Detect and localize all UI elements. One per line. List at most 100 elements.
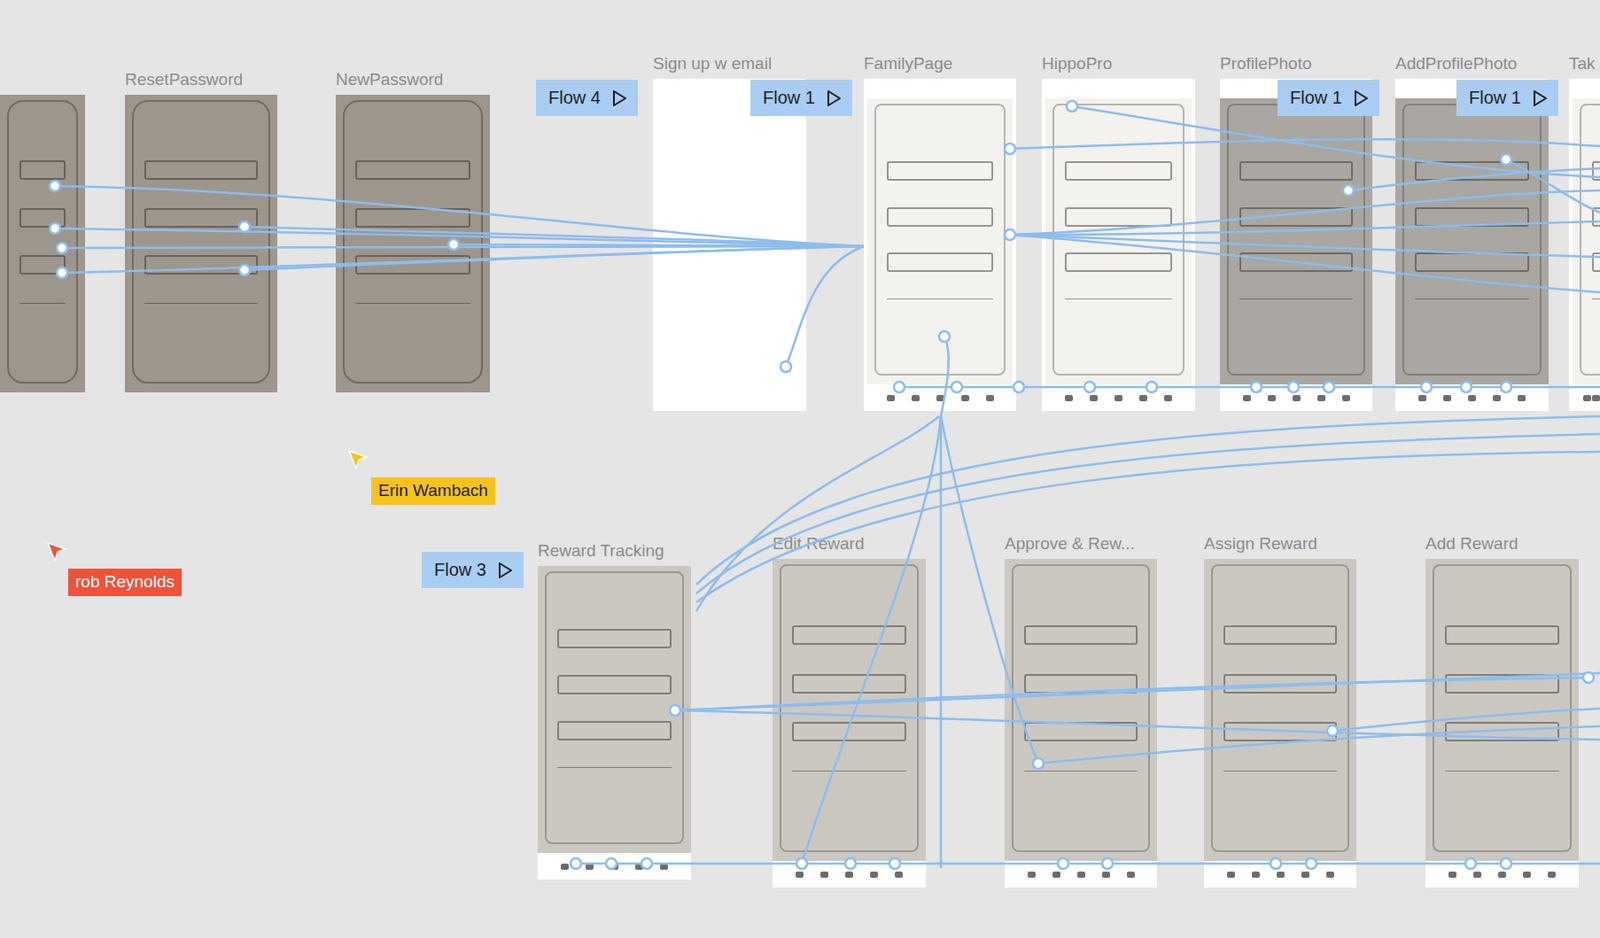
connection-handle[interactable] bbox=[1102, 858, 1113, 870]
connection-handle[interactable] bbox=[56, 267, 68, 279]
connection-handle[interactable] bbox=[49, 223, 61, 234]
flow-connection[interactable] bbox=[244, 246, 864, 271]
connection-handle[interactable] bbox=[239, 264, 250, 276]
flow-connection[interactable] bbox=[675, 710, 1600, 740]
connection-handle[interactable] bbox=[1500, 381, 1512, 393]
connection-handle[interactable] bbox=[951, 381, 963, 393]
flow-connection[interactable] bbox=[1071, 106, 1600, 178]
flow-connection[interactable] bbox=[1009, 190, 1600, 235]
connection-handle[interactable] bbox=[1465, 858, 1476, 870]
screen-frame[interactable]: Reward Tracking bbox=[537, 566, 692, 880]
flow-connection[interactable] bbox=[801, 416, 941, 864]
flow-connection[interactable] bbox=[1332, 708, 1600, 731]
connection-handle[interactable] bbox=[1288, 381, 1299, 393]
frame-title[interactable]: Add Reward bbox=[1425, 535, 1519, 554]
flow-connection[interactable] bbox=[696, 434, 1600, 594]
connection-handle[interactable] bbox=[448, 239, 459, 250]
connection-handle[interactable] bbox=[1327, 725, 1338, 737]
flow-connection[interactable] bbox=[1506, 159, 1600, 213]
flow-connection[interactable] bbox=[54, 228, 864, 247]
connection-handle[interactable] bbox=[780, 361, 792, 373]
connection-handle[interactable] bbox=[641, 858, 653, 870]
connection-handle[interactable] bbox=[1146, 381, 1158, 393]
connection-handle[interactable] bbox=[570, 858, 582, 870]
screen-frame[interactable]: FamilyPage bbox=[863, 78, 1017, 412]
flow-connection[interactable] bbox=[940, 336, 949, 417]
screen-frame[interactable]: ResetPassword bbox=[124, 94, 278, 393]
flow-connection[interactable] bbox=[785, 246, 864, 367]
frame-title[interactable]: Assign Reward bbox=[1203, 535, 1318, 554]
frame-title[interactable]: Edit Reward bbox=[772, 535, 865, 554]
flow-connection[interactable] bbox=[62, 246, 864, 273]
frame-title[interactable]: Approve & Rew... bbox=[1004, 535, 1135, 554]
connection-handle[interactable] bbox=[1270, 858, 1282, 870]
flow-connection[interactable] bbox=[1009, 221, 1600, 235]
flow-start-badge[interactable]: Flow 3 bbox=[421, 551, 524, 589]
flow-start-badge[interactable]: Flow 1 bbox=[750, 79, 853, 117]
flow-connection[interactable] bbox=[1009, 234, 1600, 257]
flow-start-badge[interactable]: Flow 1 bbox=[1456, 79, 1559, 117]
connection-handle[interactable] bbox=[1013, 381, 1025, 393]
connection-handle[interactable] bbox=[1250, 381, 1262, 393]
screen-frame[interactable]: Edit Reward bbox=[772, 559, 926, 888]
connection-handle[interactable] bbox=[1004, 229, 1016, 241]
flow-connection[interactable] bbox=[575, 862, 1600, 866]
connection-handle[interactable] bbox=[889, 858, 901, 870]
flow-connection[interactable] bbox=[696, 416, 1600, 585]
flow-connection[interactable] bbox=[54, 186, 864, 247]
screen-frame[interactable]: ProfilePhoto bbox=[1219, 78, 1373, 412]
frame-title[interactable]: Reward Tracking bbox=[537, 542, 665, 561]
connection-handle[interactable] bbox=[1323, 381, 1335, 393]
frame-title[interactable]: NewPassword bbox=[335, 70, 443, 90]
screen-frame[interactable]: Tak bbox=[1568, 78, 1600, 412]
flow-connection[interactable] bbox=[696, 451, 1600, 603]
flow-connection[interactable] bbox=[244, 226, 864, 247]
flow-start-badge[interactable]: Flow 1 bbox=[1277, 79, 1380, 117]
connection-handle[interactable] bbox=[1033, 758, 1044, 769]
connection-handle[interactable] bbox=[669, 705, 681, 716]
flow-connection[interactable] bbox=[940, 416, 1039, 764]
flow-connection[interactable] bbox=[1009, 234, 1600, 293]
screen-frame[interactable]: Approve & Rew... bbox=[1004, 559, 1158, 888]
connection-handle[interactable] bbox=[1500, 858, 1512, 870]
flow-connection[interactable] bbox=[1009, 139, 1600, 149]
connection-handle[interactable] bbox=[49, 180, 61, 192]
connection-handle[interactable] bbox=[893, 381, 905, 393]
flow-connection[interactable] bbox=[1348, 168, 1600, 191]
screen-frame[interactable]: HippoPro bbox=[1041, 78, 1196, 412]
frame-title[interactable]: FamilyPage bbox=[863, 54, 953, 74]
connection-handle[interactable] bbox=[1057, 858, 1069, 870]
flow-connection[interactable] bbox=[899, 386, 1600, 389]
screen-frame[interactable]: AddProfilePhoto bbox=[1395, 78, 1549, 412]
connection-handle[interactable] bbox=[1500, 154, 1512, 165]
prototype-canvas[interactable]: ResetPassword NewPassword Sign up w email F… bbox=[0, 0, 1600, 938]
flow-start-badge[interactable]: Flow 4 bbox=[535, 79, 638, 117]
screen-frame[interactable]: Assign Reward bbox=[1203, 559, 1357, 888]
frame-title[interactable]: Sign up w email bbox=[652, 54, 772, 74]
flow-connection[interactable] bbox=[696, 416, 940, 612]
flow-connection[interactable] bbox=[677, 677, 1589, 711]
connection-handle[interactable] bbox=[1066, 100, 1078, 112]
connection-handle[interactable] bbox=[605, 858, 617, 870]
connection-handle[interactable] bbox=[1004, 143, 1016, 155]
frame-title[interactable]: AddProfilePhoto bbox=[1395, 54, 1517, 74]
connection-handle[interactable] bbox=[939, 331, 950, 342]
connection-handle[interactable] bbox=[1084, 381, 1096, 393]
connection-handle[interactable] bbox=[56, 242, 68, 254]
flow-connection[interactable] bbox=[939, 416, 943, 869]
flow-connection[interactable] bbox=[675, 673, 1600, 711]
screen-frame[interactable]: NewPassword bbox=[335, 94, 490, 393]
connection-handle[interactable] bbox=[1460, 381, 1472, 393]
connection-handle[interactable] bbox=[1305, 858, 1317, 870]
frame-title[interactable]: Tak bbox=[1568, 54, 1596, 74]
connection-handle[interactable] bbox=[239, 221, 250, 233]
connection-handle[interactable] bbox=[1583, 672, 1594, 684]
connection-handle[interactable] bbox=[796, 858, 808, 870]
screen-frame[interactable] bbox=[0, 94, 86, 393]
flow-connection[interactable] bbox=[453, 244, 864, 247]
frame-title[interactable]: HippoPro bbox=[1041, 54, 1112, 74]
frame-title[interactable]: ProfilePhoto bbox=[1219, 54, 1313, 74]
frame-title[interactable]: ResetPassword bbox=[124, 70, 243, 90]
connection-handle[interactable] bbox=[845, 858, 856, 870]
flow-connection[interactable] bbox=[1038, 726, 1600, 764]
